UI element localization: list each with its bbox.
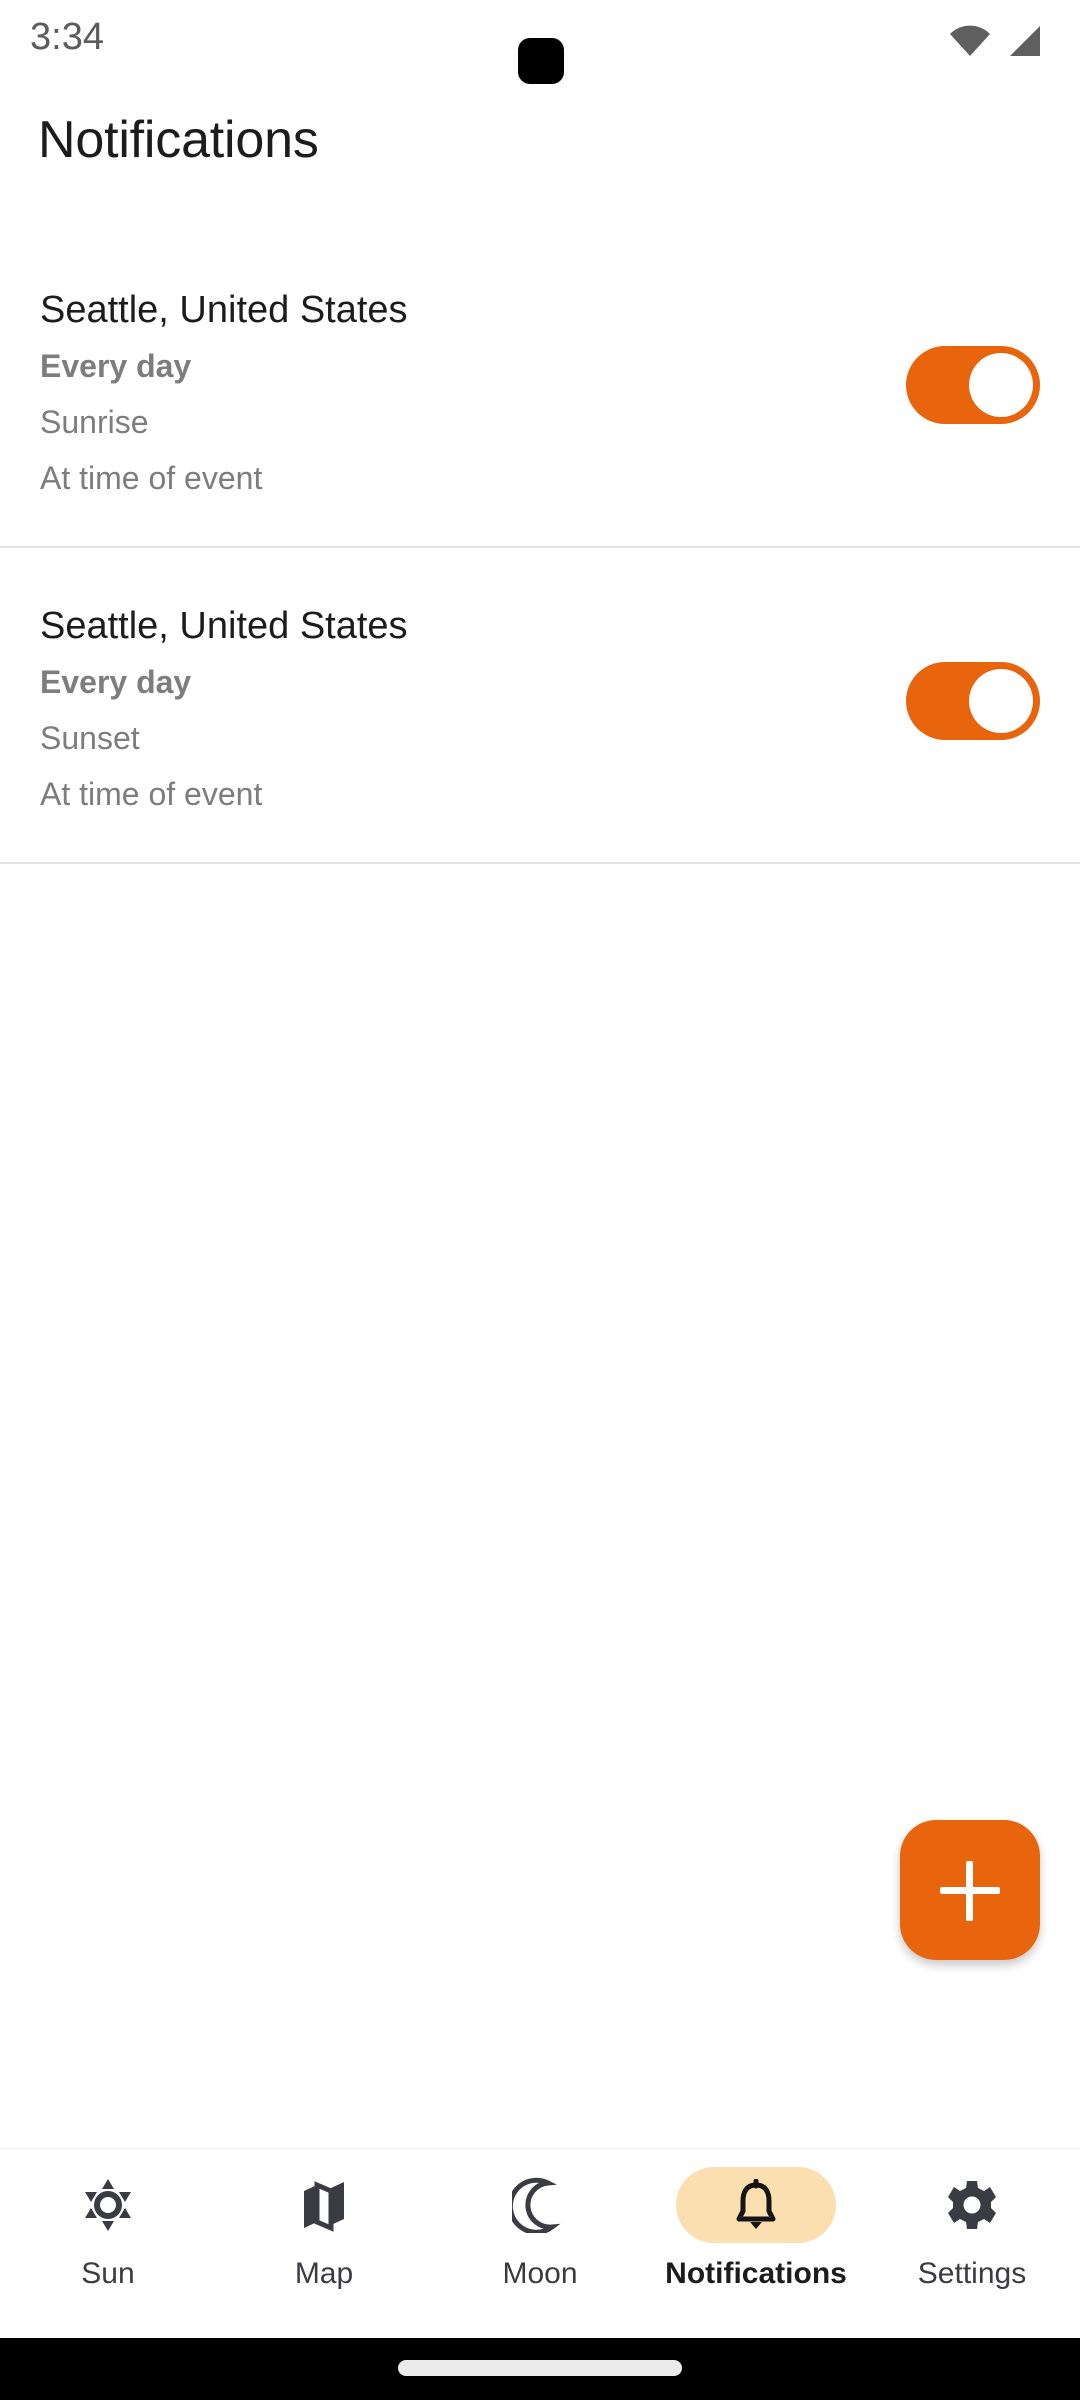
cellular-signal-icon — [1010, 26, 1040, 56]
status-bar: 3:34 — [0, 0, 1080, 92]
status-bar-clock: 3:34 — [30, 16, 104, 58]
notification-repeat: Every day — [40, 664, 192, 700]
notification-event: Sunset — [40, 720, 140, 756]
status-bar-icons — [948, 22, 1044, 62]
nav-label-settings: Settings — [917, 2257, 1027, 2290]
notification-timing: At time of event — [40, 460, 263, 496]
notification-repeat: Every day — [40, 348, 192, 384]
moon-icon — [512, 2177, 561, 2233]
nav-label-map: Map — [294, 2257, 354, 2290]
notification-list: Seattle, United States Every day Sunrise… — [0, 232, 1080, 864]
app-screen: 3:34 Notifications Seattle, United State… — [0, 0, 1080, 2400]
toggle-thumb — [969, 353, 1033, 417]
nav-item-sun[interactable]: Sun — [0, 2149, 216, 2291]
nav-label-notifications: Notifications — [665, 2257, 847, 2290]
nav-label-sun: Sun — [81, 2257, 135, 2290]
nav-pill — [28, 2167, 188, 2243]
nav-pill — [892, 2167, 1052, 2243]
notification-location: Seattle, United States — [40, 605, 408, 647]
notification-text-block: Seattle, United States Every day Sunset … — [40, 598, 408, 822]
nav-item-map[interactable]: Map — [216, 2149, 432, 2291]
toggle-thumb — [969, 669, 1033, 733]
nav-item-moon[interactable]: Moon — [432, 2149, 648, 2291]
notification-event: Sunrise — [40, 404, 149, 440]
gear-icon — [948, 2181, 996, 2229]
nav-item-settings[interactable]: Settings — [864, 2149, 1080, 2291]
bottom-navigation-bar: Sun Map Moon Notifications Settings — [0, 2148, 1080, 2338]
nav-pill-active — [676, 2167, 836, 2243]
system-gesture-bar — [0, 2338, 1080, 2400]
nav-item-notifications[interactable]: Notifications — [648, 2149, 864, 2291]
nav-pill — [244, 2167, 404, 2243]
camera-punch-hole-icon — [518, 38, 564, 84]
home-indicator[interactable] — [398, 2360, 682, 2376]
bell-icon — [736, 2179, 776, 2229]
notification-location: Seattle, United States — [40, 289, 408, 331]
notification-timing: At time of event — [40, 776, 263, 812]
notification-toggle-switch[interactable] — [906, 662, 1040, 740]
wifi-icon — [950, 25, 990, 56]
sun-icon — [85, 2179, 131, 2231]
nav-label-moon: Moon — [502, 2257, 578, 2290]
page-title: Notifications — [38, 111, 319, 169]
notification-text-block: Seattle, United States Every day Sunrise… — [40, 282, 408, 506]
notification-list-item[interactable]: Seattle, United States Every day Sunrise… — [0, 232, 1080, 548]
notification-list-item[interactable]: Seattle, United States Every day Sunset … — [0, 548, 1080, 864]
notification-toggle-switch[interactable] — [906, 346, 1040, 424]
nav-pill — [460, 2167, 620, 2243]
map-icon — [304, 2181, 344, 2232]
add-notification-fab[interactable] — [900, 1820, 1040, 1960]
plus-icon-vertical — [966, 1861, 973, 1921]
